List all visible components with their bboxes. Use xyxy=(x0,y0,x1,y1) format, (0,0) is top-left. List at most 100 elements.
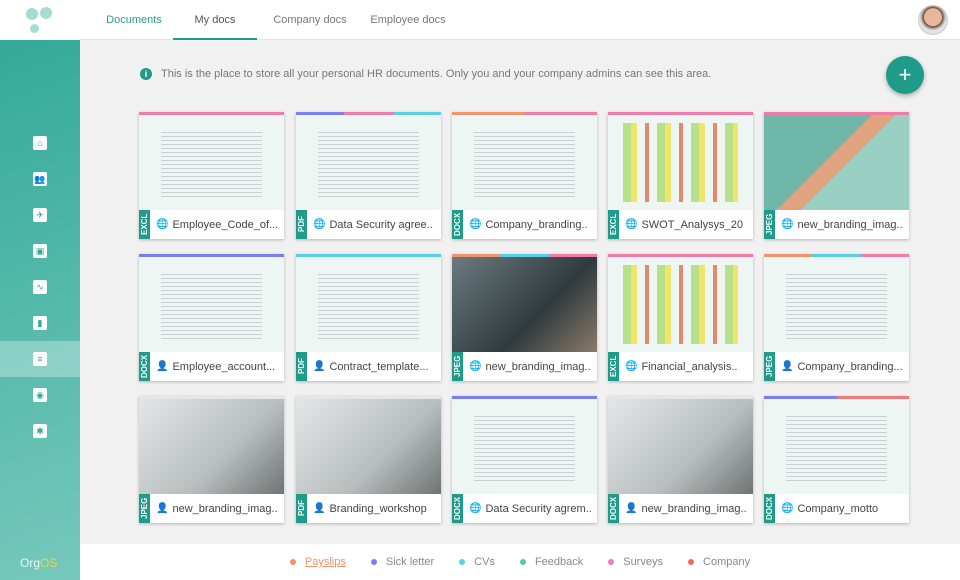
document-thumbnail[interactable] xyxy=(608,257,753,352)
tab-employee-docs[interactable]: Employee docs xyxy=(363,0,453,40)
legend-item-feedback[interactable]: Feedback xyxy=(519,556,584,568)
globe-icon: 🌐 xyxy=(469,361,482,372)
document-thumbnail[interactable] xyxy=(139,257,284,352)
sidebar-item-people[interactable]: 👥 xyxy=(0,161,80,197)
tab-my-docs[interactable]: My docs xyxy=(173,0,257,40)
file-type-badge: JPEG xyxy=(139,494,150,523)
top-bar: Documents My docs Company docs Employee … xyxy=(80,0,960,40)
file-name[interactable]: new_branding_imag.. xyxy=(641,503,746,515)
id-badge-icon: ◉ xyxy=(33,388,47,402)
document-card[interactable]: EXCL 🌐 SWOT_Analysys_20 xyxy=(608,112,753,239)
document-thumbnail[interactable] xyxy=(608,399,753,494)
file-name[interactable]: Company_motto xyxy=(797,503,878,515)
globe-icon: 🌐 xyxy=(469,503,482,514)
legend-item-surveys[interactable]: Surveys xyxy=(608,556,663,568)
document-thumbnail[interactable] xyxy=(452,399,597,494)
file-name[interactable]: new_branding_imag.. xyxy=(797,219,902,231)
file-type-badge: DOCX xyxy=(452,494,463,523)
airplane-icon: ✈ xyxy=(33,208,47,222)
legend-dot xyxy=(688,559,695,565)
person-icon: 👤 xyxy=(625,503,638,514)
document-card[interactable]: DOCX 👤 new_branding_imag.. xyxy=(608,396,753,523)
sidebar: ⌂ 👥 ✈ ▣ ∿ ▮ ≡ ◉ ✱ OrgOS xyxy=(0,0,80,580)
document-card[interactable]: PDF 👤 Contract_template... xyxy=(296,254,441,381)
brand-name: OrgOS xyxy=(20,556,57,570)
document-thumbnail[interactable] xyxy=(764,115,909,210)
file-name[interactable]: Branding_workshop xyxy=(329,503,426,515)
legend-label: Payslips xyxy=(304,556,346,568)
document-card[interactable]: JPEG 🌐 new_branding_imag.. xyxy=(452,254,597,381)
file-name[interactable]: Financial_analysis.. xyxy=(641,361,737,373)
document-card[interactable]: DOCX 🌐 Company_branding.. xyxy=(452,112,597,239)
sidebar-item-activity[interactable]: ∿ xyxy=(0,269,80,305)
user-avatar[interactable] xyxy=(918,5,948,35)
activity-icon: ∿ xyxy=(33,280,47,294)
people-icon: 👥 xyxy=(33,172,47,186)
person-icon: 👤 xyxy=(156,361,169,372)
section-title[interactable]: Documents xyxy=(92,0,176,40)
legend-item-payslips[interactable]: Payslips xyxy=(289,556,346,568)
document-thumbnail[interactable] xyxy=(296,115,441,210)
document-thumbnail[interactable] xyxy=(452,257,597,352)
file-name[interactable]: SWOT_Analysys_20 xyxy=(641,219,742,231)
file-type-badge: PDF xyxy=(296,352,307,381)
document-card[interactable]: DOCX 👤 Employee_account... xyxy=(139,254,284,381)
document-card[interactable]: PDF 👤 Branding_workshop xyxy=(296,396,441,523)
sidebar-item-home[interactable]: ⌂ xyxy=(0,125,80,161)
legend-item-company[interactable]: Company xyxy=(688,556,750,568)
sidebar-item-id-badge[interactable]: ◉ xyxy=(0,377,80,413)
file-name[interactable]: Employee_Code_of... xyxy=(172,219,278,231)
file-name[interactable]: Company_branding.. xyxy=(485,219,587,231)
file-name[interactable]: Data Security agree.. xyxy=(329,219,432,231)
legend-label: CVs xyxy=(474,556,495,568)
legend-label: Sick letter xyxy=(385,556,435,568)
file-name[interactable]: new_branding_imag.. xyxy=(172,503,277,515)
tab-company-docs[interactable]: Company docs xyxy=(265,0,355,40)
document-thumbnail[interactable] xyxy=(764,399,909,494)
file-name[interactable]: Employee_account... xyxy=(172,361,275,373)
document-thumbnail[interactable] xyxy=(139,399,284,494)
person-icon: 👤 xyxy=(781,361,794,372)
globe-icon: 🌐 xyxy=(156,219,169,230)
legend-dot xyxy=(608,559,615,565)
logo[interactable] xyxy=(0,0,80,40)
add-document-button[interactable]: + xyxy=(886,56,924,94)
document-card[interactable]: EXCL 🌐 Financial_analysis.. xyxy=(608,254,753,381)
globe-icon: 🌐 xyxy=(781,219,794,230)
sidebar-item-bar-chart[interactable]: ▮ xyxy=(0,305,80,341)
document-thumbnail[interactable] xyxy=(296,399,441,494)
sidebar-item-dashboard[interactable]: ▣ xyxy=(0,233,80,269)
legend-item-cvs[interactable]: CVs xyxy=(459,556,495,568)
legend-label: Feedback xyxy=(534,556,584,568)
sidebar-item-settings[interactable]: ✱ xyxy=(0,413,80,449)
document-card[interactable]: JPEG 👤 new_branding_imag.. xyxy=(139,396,284,523)
file-type-badge: DOCX xyxy=(608,494,619,523)
person-icon: 👤 xyxy=(313,503,326,514)
document-thumbnail[interactable] xyxy=(296,257,441,352)
legend-dot xyxy=(370,559,377,565)
file-type-badge: PDF xyxy=(296,210,307,239)
file-type-badge: DOCX xyxy=(452,210,463,239)
category-legend: Payslips Sick letter CVs Feedback Surveys Com… xyxy=(80,544,960,580)
document-card[interactable]: DOCX 🌐 Data Security agrem.. xyxy=(452,396,597,523)
legend-item-sick-letter[interactable]: Sick letter xyxy=(370,556,435,568)
document-thumbnail[interactable] xyxy=(608,115,753,210)
file-name[interactable]: Contract_template... xyxy=(329,361,428,373)
file-name[interactable]: Data Security agrem.. xyxy=(485,503,591,515)
file-name[interactable]: new_branding_imag.. xyxy=(485,361,590,373)
file-name[interactable]: Company_branding... xyxy=(797,361,902,373)
document-card[interactable]: EXCL 🌐 Employee_Code_of... xyxy=(139,112,284,239)
document-card[interactable]: JPEG 🌐 new_branding_imag.. xyxy=(764,112,909,239)
document-card[interactable]: PDF 🌐 Data Security agree.. xyxy=(296,112,441,239)
person-icon: 👤 xyxy=(156,503,169,514)
sidebar-item-documents[interactable]: ≡ xyxy=(0,341,80,377)
file-type-badge: JPEG xyxy=(764,210,775,239)
document-thumbnail[interactable] xyxy=(764,257,909,352)
file-type-badge: DOCX xyxy=(764,494,775,523)
document-card[interactable]: DOCX 🌐 Company_motto xyxy=(764,396,909,523)
globe-icon: 🌐 xyxy=(781,503,794,514)
document-thumbnail[interactable] xyxy=(452,115,597,210)
sidebar-item-airplane[interactable]: ✈ xyxy=(0,197,80,233)
document-thumbnail[interactable] xyxy=(139,115,284,210)
document-card[interactable]: JPEG 👤 Company_branding... xyxy=(764,254,909,381)
